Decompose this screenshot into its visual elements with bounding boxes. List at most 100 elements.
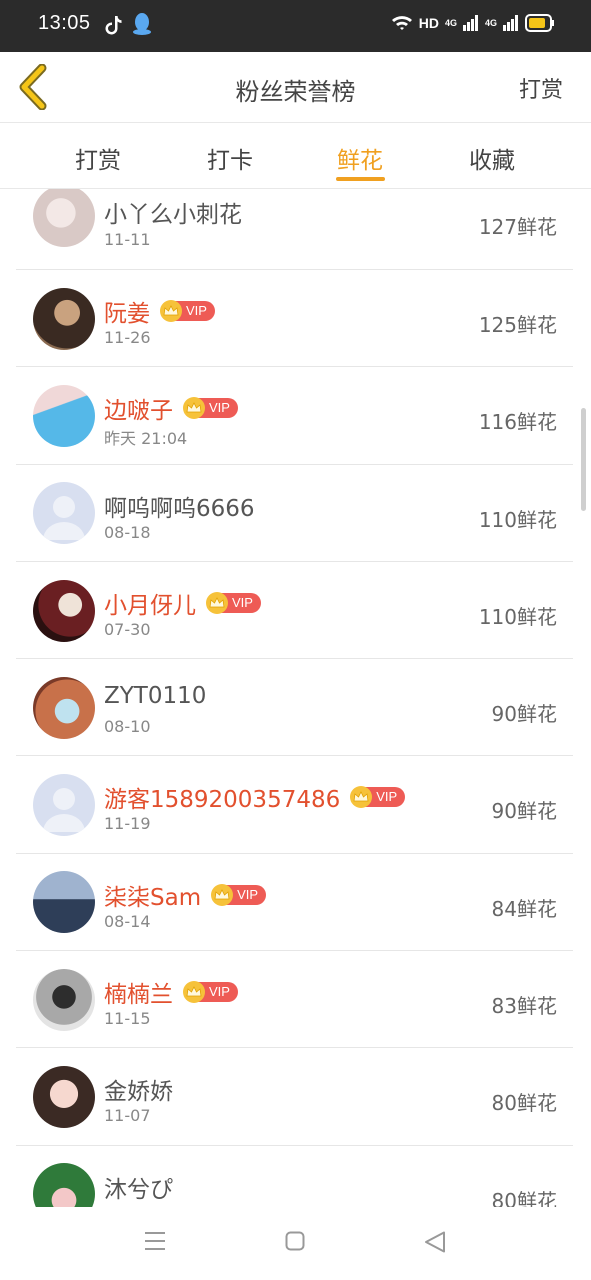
- fan-name-text: 边啵子: [104, 398, 173, 425]
- system-nav-bar: [0, 1207, 591, 1280]
- flower-count: 80鲜花: [491, 1091, 557, 1116]
- home-icon[interactable]: [285, 1231, 305, 1255]
- fan-row[interactable]: ZYT0110 08-10 90鲜花: [16, 659, 573, 757]
- fan-name-text: 柒柒Sam: [104, 884, 202, 911]
- page-title: 粉丝荣誉榜: [235, 78, 356, 106]
- fan-name-text: 小丫么小刺花: [104, 202, 242, 228]
- fan-row[interactable]: 沐兮ぴ 80鲜花: [16, 1146, 573, 1207]
- avatar[interactable]: [33, 1163, 95, 1207]
- avatar[interactable]: [33, 287, 95, 350]
- status-bar: 13:05 HD 4G 4G: [0, 0, 591, 52]
- fan-name: 游客1589200357486 VIP: [104, 780, 406, 814]
- flower-count: 110鲜花: [478, 604, 557, 629]
- fan-name: 阮姜 VIP: [104, 294, 215, 328]
- crown-icon: [206, 591, 228, 614]
- fan-date: 08-10: [104, 717, 151, 737]
- fan-date: 11-11: [104, 230, 151, 249]
- fan-name: 金娇娇: [104, 1072, 173, 1106]
- tab-checkin[interactable]: 打卡: [207, 141, 253, 175]
- avatar[interactable]: [33, 384, 95, 447]
- status-indicators: HD 4G 4G: [391, 14, 555, 32]
- fan-name-text: 啊呜啊呜6666: [104, 495, 255, 522]
- default-avatar[interactable]: [33, 482, 95, 545]
- fan-date: 11-26: [104, 328, 151, 347]
- fan-name: 楠楠兰 VIP: [104, 975, 238, 1009]
- flower-count: 127鲜花: [478, 215, 557, 239]
- crown-icon: [160, 300, 182, 322]
- fan-list[interactable]: 小丫么小刺花 11-11 127鲜花阮姜 VIP 11-26 125鲜花边啵子 VIP 昨天 …: [16, 189, 573, 1207]
- fan-row[interactable]: 边啵子 VIP 昨天 21:04 116鲜花: [16, 367, 573, 465]
- signal-icon: [462, 15, 478, 31]
- header: 粉丝荣誉榜 打赏: [0, 52, 591, 123]
- fan-row[interactable]: 柒柒Sam VIP 08-14 84鲜花: [16, 854, 573, 952]
- vip-badge: VIP: [211, 883, 267, 906]
- crown-icon: [211, 883, 234, 906]
- fan-row[interactable]: 金娇娇 11-07 80鲜花: [16, 1048, 573, 1146]
- fan-date: 11-15: [104, 1009, 151, 1029]
- fan-row[interactable]: 楠楠兰 VIP 11-15 83鲜花: [16, 951, 573, 1049]
- fan-date: 11-19: [104, 814, 151, 834]
- fan-name: 啊呜啊呜6666: [104, 489, 255, 523]
- tab-bar: 打赏 打卡 鲜花 收藏: [0, 123, 591, 189]
- vip-badge: VIP: [160, 300, 215, 322]
- avatar[interactable]: [33, 871, 95, 934]
- fan-name: ZYT0110: [104, 683, 206, 709]
- avatar[interactable]: [33, 676, 95, 739]
- fan-name-text: 沐兮ぴ: [104, 1176, 173, 1203]
- battery-icon: [525, 14, 554, 32]
- signal-icon: [503, 15, 518, 31]
- back-icon[interactable]: [424, 1231, 446, 1257]
- menu-icon[interactable]: [144, 1231, 166, 1255]
- scrollbar[interactable]: [581, 408, 586, 511]
- flower-count: 90鲜花: [491, 799, 557, 824]
- flower-count: 90鲜花: [491, 702, 557, 727]
- fan-date: 11-07: [104, 1106, 151, 1126]
- fan-name-text: 小月伢儿: [104, 592, 196, 619]
- tiktok-icon: [104, 14, 124, 40]
- fan-name-text: 游客1589200357486: [104, 787, 341, 814]
- fan-name-text: 金娇娇: [104, 1079, 173, 1106]
- fan-row[interactable]: 阮姜 VIP 11-26 125鲜花: [16, 270, 573, 368]
- fan-date: 08-14: [104, 911, 151, 931]
- hd-label: HD: [418, 15, 439, 31]
- tab-favorites[interactable]: 收藏: [469, 141, 515, 175]
- fan-row[interactable]: 游客1589200357486 VIP 11-19 90鲜花: [16, 756, 573, 854]
- signal1-label: 4G: [444, 18, 457, 28]
- fan-date: 昨天 21:04: [104, 429, 188, 449]
- status-time: 13:05: [38, 12, 91, 34]
- default-avatar[interactable]: [33, 774, 95, 837]
- vip-badge: VIP: [183, 981, 238, 1004]
- fan-date: 07-30: [104, 619, 151, 639]
- fan-date: 08-18: [104, 522, 151, 542]
- avatar[interactable]: [33, 968, 95, 1031]
- qq-icon: [132, 12, 152, 40]
- flower-count: 110鲜花: [478, 507, 557, 532]
- fan-name: 小丫么小刺花: [104, 195, 242, 229]
- vip-badge: VIP: [183, 397, 238, 420]
- flower-count: 116鲜花: [478, 410, 557, 435]
- flower-count: 80鲜花: [491, 1188, 557, 1207]
- flower-count: 125鲜花: [478, 313, 557, 337]
- fan-name: 沐兮ぴ: [104, 1170, 173, 1204]
- vip-badge: VIP: [350, 786, 406, 809]
- fan-name-text: 阮姜: [104, 301, 150, 327]
- flower-count: 84鲜花: [491, 896, 557, 921]
- fan-name: 柒柒Sam VIP: [104, 878, 267, 912]
- fan-name: 边啵子 VIP: [104, 391, 238, 425]
- reward-button[interactable]: 打赏: [519, 72, 563, 104]
- tab-reward[interactable]: 打赏: [75, 141, 121, 175]
- signal2-label: 4G: [484, 18, 497, 28]
- fan-row[interactable]: 小丫么小刺花 11-11 127鲜花: [16, 189, 573, 270]
- fan-name-text: ZYT0110: [104, 683, 207, 710]
- crown-icon: [183, 981, 205, 1004]
- avatar[interactable]: [33, 1066, 95, 1129]
- flower-count: 83鲜花: [491, 994, 557, 1019]
- vip-badge: VIP: [206, 591, 261, 614]
- fan-name: 小月伢儿 VIP: [104, 586, 261, 620]
- fan-row[interactable]: 啊呜啊呜6666 08-18 110鲜花: [16, 465, 573, 562]
- avatar[interactable]: [33, 579, 95, 642]
- avatar[interactable]: [33, 189, 95, 247]
- fan-row[interactable]: 小月伢儿 VIP 07-30 110鲜花: [16, 562, 573, 660]
- tab-flowers[interactable]: 鲜花: [337, 141, 383, 175]
- fan-name-text: 楠楠兰: [104, 982, 173, 1009]
